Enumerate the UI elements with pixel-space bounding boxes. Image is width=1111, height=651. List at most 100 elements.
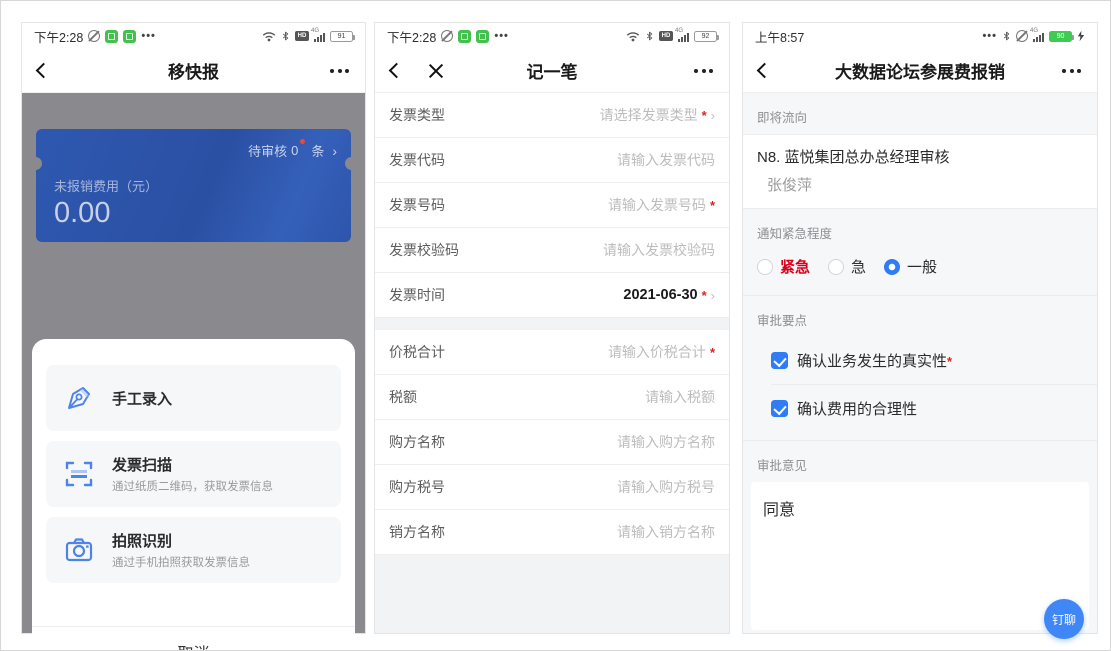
- field-buyer-name[interactable]: 购方名称 请输入购方名称: [375, 420, 729, 465]
- back-icon[interactable]: [389, 63, 405, 79]
- mute-icon: [441, 30, 453, 42]
- flow-step-name: N8. 蓝悦集团总办总经理审核: [757, 146, 1083, 167]
- field-tax-amount[interactable]: 税额 请输入税额: [375, 375, 729, 420]
- field-invoice-checkcode[interactable]: 发票校验码 请输入发票校验码: [375, 228, 729, 273]
- wifi-icon: [262, 31, 276, 42]
- flow-step-block: N8. 蓝悦集团总办总经理审核 张俊萍: [743, 134, 1097, 209]
- checkbox-checked-icon: [771, 352, 788, 369]
- nav-bar: 大数据论坛参展费报销: [743, 49, 1097, 93]
- section-label-urgency: 通知紧急程度: [743, 209, 1097, 250]
- signal-icon: 4G: [1033, 31, 1044, 42]
- field-invoice-type[interactable]: 发票类型 请选择发票类型*›: [375, 93, 729, 138]
- nav-bar: 移快报: [22, 49, 365, 93]
- screen-invoice-form: 下午2:28 ••• HD 4G 92 记一笔 发票类型 请选择: [374, 22, 730, 634]
- checkbox-checked-icon: [771, 400, 788, 417]
- field-invoice-date[interactable]: 发票时间 2021-06-30*›: [375, 273, 729, 318]
- urgency-radio-group: 紧急 急 一般: [743, 250, 1097, 296]
- field-buyer-taxid[interactable]: 购方税号 请输入购方税号: [375, 465, 729, 510]
- battery-icon: 91: [330, 31, 353, 42]
- option-subtitle: 通过纸质二维码，获取发票信息: [112, 478, 273, 494]
- signal-icon: 4G: [678, 31, 689, 42]
- radio-icon: [757, 259, 773, 275]
- page-title: 记一笔: [527, 58, 578, 83]
- notification-dot: [300, 139, 305, 144]
- pending-count: 0: [291, 143, 298, 158]
- radio-normal[interactable]: 一般: [884, 256, 937, 277]
- option-subtitle: 通过手机拍照获取发票信息: [112, 554, 250, 570]
- status-bar: 下午2:28 ••• HD 4G 92: [375, 23, 729, 49]
- approval-comment-input[interactable]: 同意: [751, 482, 1089, 630]
- chevron-right-icon: ›: [711, 108, 715, 123]
- bluetooth-icon: [645, 30, 654, 42]
- more-icon[interactable]: [694, 69, 713, 73]
- cancel-button[interactable]: 取消: [32, 626, 355, 651]
- section-label-comment: 审批意见: [743, 441, 1097, 482]
- field-invoice-code[interactable]: 发票代码 请输入发票代码: [375, 138, 729, 183]
- battery-icon: 90: [1049, 31, 1072, 42]
- radio-selected-icon: [884, 259, 900, 275]
- mute-icon: [1016, 30, 1028, 42]
- status-time: 上午8:57: [755, 27, 804, 46]
- back-icon[interactable]: [757, 63, 773, 79]
- notification-overflow-icon: •••: [141, 30, 156, 42]
- option-invoice-scan[interactable]: 发票扫描 通过纸质二维码，获取发票信息: [46, 441, 341, 507]
- field-seller-name[interactable]: 销方名称 请输入销方名称: [375, 510, 729, 555]
- hd-icon: HD: [295, 31, 309, 41]
- section-divider: [375, 318, 729, 330]
- pending-review-link[interactable]: 待审核 0 条 ›: [36, 129, 351, 160]
- flow-approver-name: 张俊萍: [757, 167, 1083, 195]
- close-icon[interactable]: [428, 63, 443, 78]
- section-label-flow: 即将流向: [743, 93, 1097, 134]
- required-mark: *: [702, 288, 707, 303]
- unreimbursed-label: 未报销费用（元）: [36, 160, 351, 195]
- screen-expense-home: 下午2:28 ••• HD 4G 91 移快报: [21, 22, 366, 634]
- checkbox-authenticity[interactable]: 确认业务发生的真实性*: [743, 337, 1097, 384]
- notification-overflow-icon: •••: [494, 30, 509, 42]
- required-mark: *: [947, 354, 952, 369]
- field-total-with-tax[interactable]: 价税合计 请输入价税合计*: [375, 330, 729, 375]
- field-invoice-number[interactable]: 发票号码 请输入发票号码*: [375, 183, 729, 228]
- more-icon[interactable]: [1062, 69, 1081, 73]
- status-time: 下午2:28: [34, 27, 83, 46]
- status-bar: 下午2:28 ••• HD 4G 91: [22, 23, 365, 49]
- notification-overflow-icon: •••: [982, 30, 997, 42]
- dimmed-overlay: 待审核 0 条 › 未报销费用（元） 0.00 手工录入: [22, 93, 365, 633]
- app-badge-icon: [105, 30, 118, 43]
- app-badge-icon: [458, 30, 471, 43]
- hd-icon: HD: [659, 31, 673, 41]
- form-bottom-filler: [375, 555, 729, 633]
- ticket-notch: [345, 157, 358, 170]
- page-title: 移快报: [168, 58, 219, 83]
- radio-icon: [828, 259, 844, 275]
- invoice-date-value: 2021-06-30: [623, 287, 697, 303]
- ticket-notch: [29, 157, 42, 170]
- screenshot-canvas: 下午2:28 ••• HD 4G 91 移快报: [0, 0, 1111, 651]
- screen-approval-detail: 上午8:57 ••• 4G 90 大数据论坛参展费报销 即将流向 N8. 蓝悦集…: [742, 22, 1098, 634]
- expense-summary-card[interactable]: 待审核 0 条 › 未报销费用（元） 0.00: [36, 129, 351, 242]
- option-title: 发票扫描: [112, 454, 273, 475]
- checkbox-reasonableness[interactable]: 确认费用的合理性: [743, 385, 1097, 432]
- signal-icon: 4G: [314, 31, 325, 42]
- status-time: 下午2:28: [387, 27, 436, 46]
- nav-bar: 记一笔: [375, 49, 729, 93]
- option-manual-entry[interactable]: 手工录入: [46, 365, 341, 431]
- app-badge-icon: [123, 30, 136, 43]
- required-mark: *: [710, 345, 715, 360]
- unreimbursed-amount: 0.00: [36, 195, 351, 230]
- invoice-form: 发票类型 请选择发票类型*› 发票代码 请输入发票代码 发票号码 请输入发票号码…: [375, 93, 729, 633]
- chevron-right-icon: ›: [711, 288, 715, 303]
- radio-rush[interactable]: 急: [828, 256, 866, 277]
- app-badge-icon: [476, 30, 489, 43]
- radio-urgent[interactable]: 紧急: [757, 256, 810, 277]
- camera-icon: [62, 533, 96, 567]
- more-icon[interactable]: [330, 69, 349, 73]
- status-bar: 上午8:57 ••• 4G 90: [743, 23, 1097, 49]
- back-icon[interactable]: [36, 63, 52, 79]
- required-mark: *: [702, 108, 707, 123]
- dingtalk-chat-button[interactable]: 钉聊: [1044, 599, 1084, 639]
- charging-icon: [1077, 30, 1085, 42]
- option-photo-recognition[interactable]: 拍照识别 通过手机拍照获取发票信息: [46, 517, 341, 583]
- action-sheet: 手工录入 发票扫描 通过纸质二维码，获取发票信息: [32, 339, 355, 651]
- chevron-right-icon: ›: [332, 143, 337, 159]
- page-title: 大数据论坛参展费报销: [835, 58, 1005, 83]
